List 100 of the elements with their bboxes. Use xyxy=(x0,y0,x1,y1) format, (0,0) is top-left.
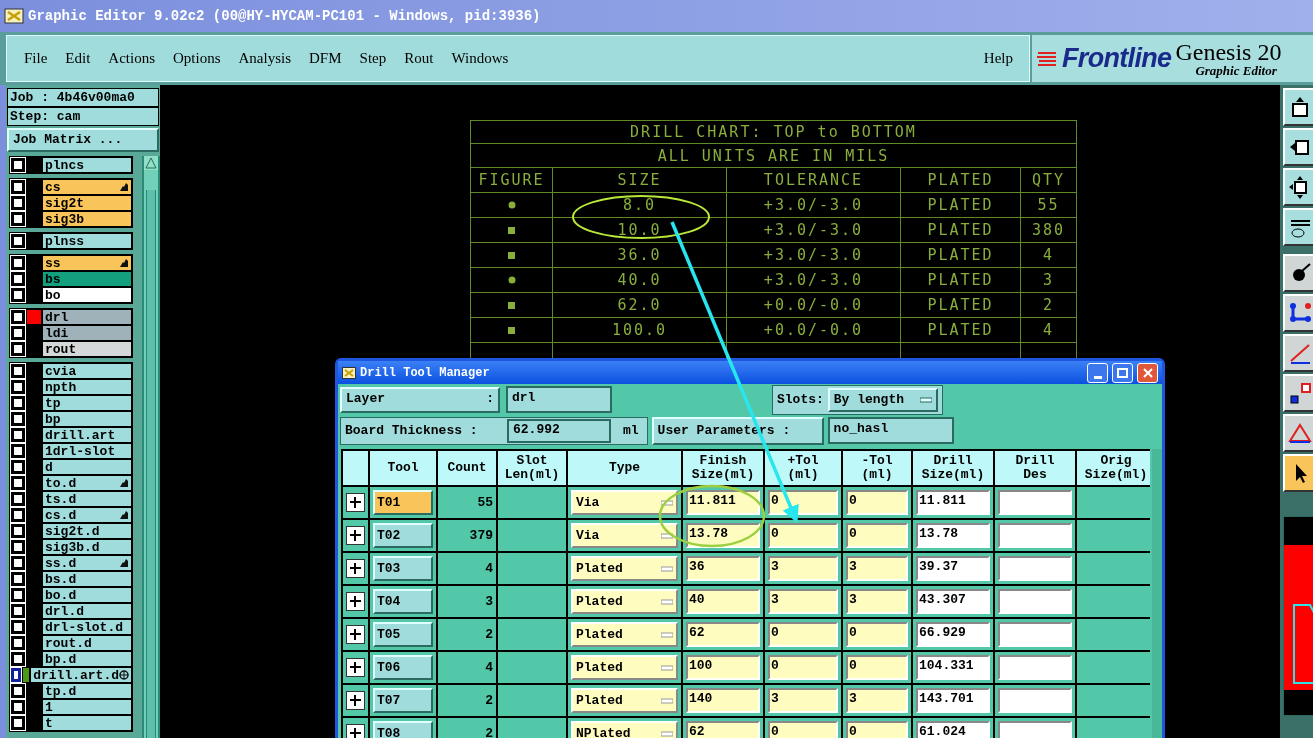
layer-checkbox[interactable] xyxy=(11,620,25,634)
menu-item[interactable]: Analysis xyxy=(229,43,301,74)
job-matrix-button[interactable]: Job Matrix ... xyxy=(7,128,159,152)
plus-tolerance-field[interactable]: 0 xyxy=(768,622,838,647)
layer-name[interactable]: tp.d xyxy=(43,684,131,698)
tool-button[interactable]: T04 xyxy=(373,589,433,614)
finish-size-field[interactable]: 40 xyxy=(686,589,760,614)
layer-checkbox[interactable] xyxy=(11,428,25,442)
layer-name[interactable]: sig2t xyxy=(43,196,131,210)
tool-button[interactable]: T08 xyxy=(373,721,433,738)
type-dropdown[interactable]: Plated xyxy=(571,589,678,614)
scroll-up-icon[interactable] xyxy=(144,156,158,170)
menu-item[interactable]: DFM xyxy=(300,43,351,74)
expand-icon[interactable] xyxy=(346,493,365,512)
layer-name[interactable]: ss.d xyxy=(43,556,131,570)
drill-des-field[interactable] xyxy=(998,655,1072,680)
layer-checkbox[interactable] xyxy=(11,652,25,666)
expand-icon[interactable] xyxy=(346,592,365,611)
layer-checkbox[interactable] xyxy=(11,272,25,286)
drill-size-field[interactable]: 104.331 xyxy=(916,655,990,680)
minus-tolerance-field[interactable]: 0 xyxy=(846,655,908,680)
help-menu[interactable]: Help xyxy=(975,43,1021,74)
layer-name[interactable]: sig3b xyxy=(43,212,131,226)
menu-item[interactable]: Rout xyxy=(395,43,443,74)
layer-name[interactable]: npth xyxy=(43,380,131,394)
layer-name[interactable]: cs xyxy=(43,180,131,194)
layer-checkbox[interactable] xyxy=(11,180,25,194)
minus-tolerance-field[interactable]: 3 xyxy=(846,688,908,713)
layer-checkbox[interactable] xyxy=(11,342,25,356)
layer-checkbox[interactable] xyxy=(11,288,25,302)
layer-field[interactable]: drl xyxy=(506,386,612,413)
user-parameters-field[interactable]: no_hasl xyxy=(827,417,954,444)
expand-icon[interactable] xyxy=(346,658,365,677)
tool-button[interactable] xyxy=(1283,454,1313,492)
tool-button[interactable]: T07 xyxy=(373,688,433,713)
layer-name[interactable]: ts.d xyxy=(43,492,131,506)
menu-item[interactable]: Step xyxy=(350,43,396,74)
drill-size-field[interactable]: 66.929 xyxy=(916,622,990,647)
layer-checkbox[interactable] xyxy=(11,668,21,682)
tool-button[interactable] xyxy=(1283,374,1313,412)
layer-name[interactable]: bs xyxy=(43,272,131,286)
plus-tolerance-field[interactable]: 0 xyxy=(768,523,838,548)
layer-name[interactable]: bo xyxy=(43,288,131,302)
layer-checkbox[interactable] xyxy=(11,196,25,210)
plus-tolerance-field[interactable]: 3 xyxy=(768,688,838,713)
layer-checkbox[interactable] xyxy=(11,684,25,698)
plus-tolerance-field[interactable]: 0 xyxy=(768,490,838,515)
expand-icon[interactable] xyxy=(346,691,365,710)
type-dropdown[interactable]: NPlated xyxy=(571,721,678,738)
layer-name[interactable]: drill.art xyxy=(43,428,131,442)
minimize-button[interactable] xyxy=(1087,362,1108,383)
type-dropdown[interactable]: Via xyxy=(571,490,678,515)
scrollbar[interactable] xyxy=(142,156,160,738)
type-dropdown[interactable]: Plated xyxy=(571,655,678,680)
layer-checkbox[interactable] xyxy=(11,256,25,270)
menu-item[interactable]: File xyxy=(15,43,57,74)
drill-des-field[interactable] xyxy=(998,589,1072,614)
drill-des-field[interactable] xyxy=(998,523,1072,548)
layer-name[interactable]: plncs xyxy=(43,158,131,172)
close-button[interactable] xyxy=(1137,362,1158,383)
plus-tolerance-field[interactable]: 3 xyxy=(768,556,838,581)
tool-button[interactable]: T02 xyxy=(373,523,433,548)
layer-checkbox[interactable] xyxy=(11,444,25,458)
layer-button[interactable]: Layer : xyxy=(340,386,500,413)
scrollbar[interactable] xyxy=(1152,449,1162,738)
tool-button[interactable] xyxy=(1283,254,1313,292)
menu-item[interactable]: Actions xyxy=(99,43,164,74)
layer-checkbox[interactable] xyxy=(11,508,25,522)
layer-checkbox[interactable] xyxy=(11,636,25,650)
type-dropdown[interactable]: Via xyxy=(571,523,678,548)
maximize-button[interactable] xyxy=(1112,362,1133,383)
layer-checkbox[interactable] xyxy=(11,212,25,226)
layer-checkbox[interactable] xyxy=(11,556,25,570)
drill-des-field[interactable] xyxy=(998,622,1072,647)
finish-size-field[interactable]: 13.78 xyxy=(686,523,760,548)
tool-button[interactable]: T05 xyxy=(373,622,433,647)
layer-checkbox[interactable] xyxy=(11,158,25,172)
layer-checkbox[interactable] xyxy=(11,364,25,378)
slots-dropdown[interactable]: By length xyxy=(827,387,938,412)
layer-checkbox[interactable] xyxy=(11,716,25,730)
layer-checkbox[interactable] xyxy=(11,460,25,474)
layer-name[interactable]: rout.d xyxy=(43,636,131,650)
layer-checkbox[interactable] xyxy=(11,326,25,340)
type-dropdown[interactable]: Plated xyxy=(571,556,678,581)
layer-name[interactable]: bs.d xyxy=(43,572,131,586)
layer-checkbox[interactable] xyxy=(11,572,25,586)
layer-checkbox[interactable] xyxy=(11,396,25,410)
drill-size-field[interactable]: 143.701 xyxy=(916,688,990,713)
menu-item[interactable]: Options xyxy=(164,43,230,74)
layer-name[interactable]: bp.d xyxy=(43,652,131,666)
layer-name[interactable]: drl.d xyxy=(43,604,131,618)
finish-size-field[interactable]: 36 xyxy=(686,556,760,581)
thickness-field[interactable]: 62.992 xyxy=(507,418,611,443)
layer-checkbox[interactable] xyxy=(11,588,25,602)
type-dropdown[interactable]: Plated xyxy=(571,622,678,647)
layer-checkbox[interactable] xyxy=(11,380,25,394)
layer-name[interactable]: drl-slot.d xyxy=(43,620,131,634)
layer-name[interactable]: bo.d xyxy=(43,588,131,602)
layer-name[interactable]: tp xyxy=(43,396,131,410)
type-dropdown[interactable]: Plated xyxy=(571,688,678,713)
